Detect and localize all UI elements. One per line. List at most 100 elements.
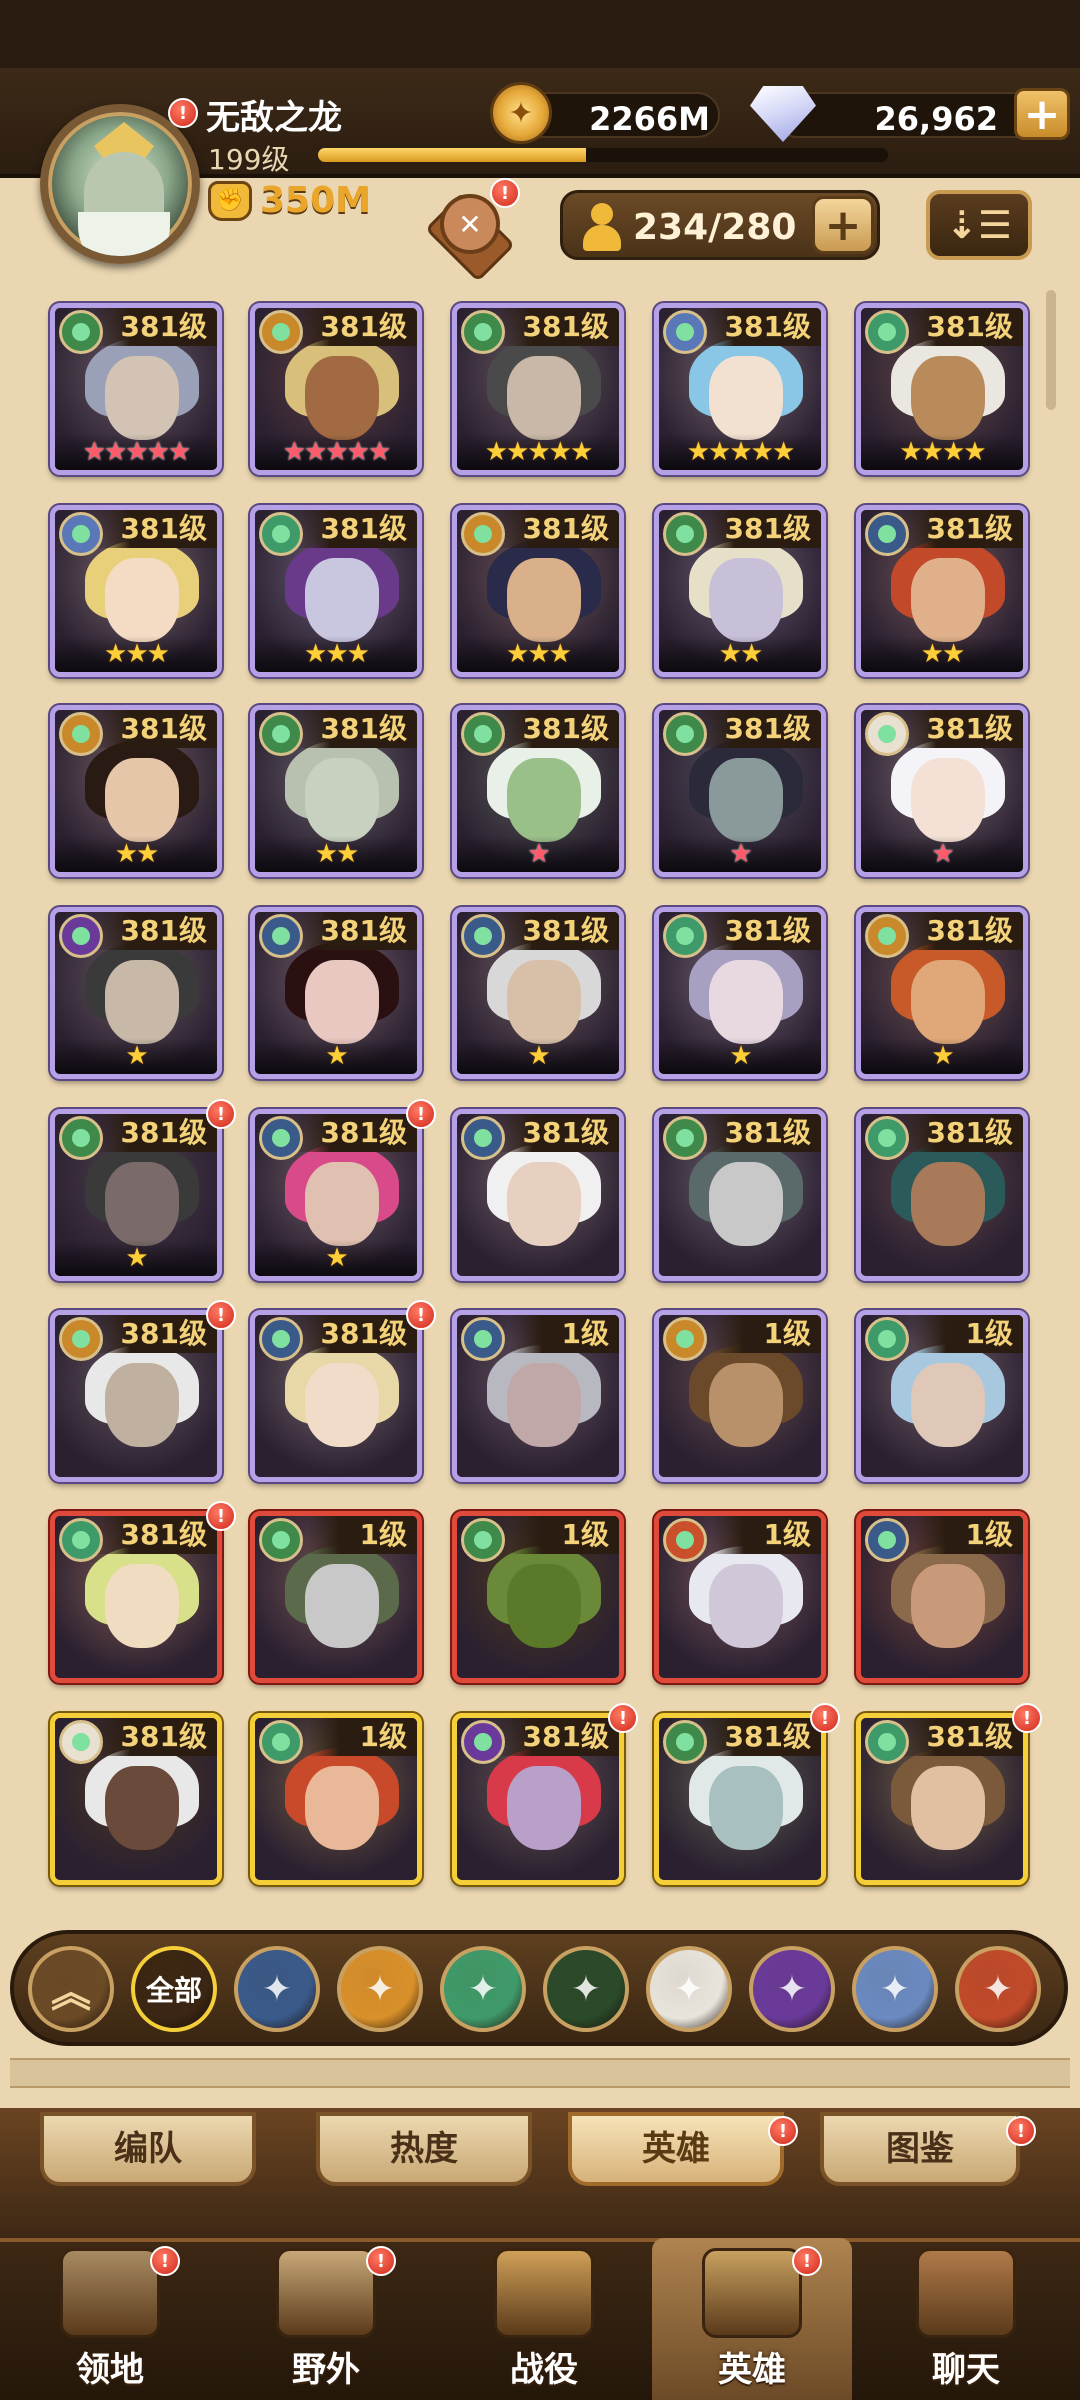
hero-card[interactable]: 381级 ★★★ xyxy=(50,505,222,677)
hero-level: 1级 xyxy=(913,1315,1023,1353)
hero-card[interactable]: 381级 ★ xyxy=(452,705,624,877)
hero-level: 381级 xyxy=(696,710,821,748)
lightbearer-filter-button[interactable]: ✦ xyxy=(234,1946,320,2032)
celestial-filter-button[interactable]: ✦ xyxy=(646,1946,732,2032)
subtab-3[interactable]: 图鉴 xyxy=(820,2112,1020,2186)
gold-amount: 2266M xyxy=(589,100,710,138)
player-avatar[interactable] xyxy=(40,104,200,264)
faction-emblem-icon xyxy=(865,1518,909,1562)
hero-card[interactable]: 1级 xyxy=(654,1310,826,1482)
expand-roster-button[interactable]: + xyxy=(812,196,874,254)
hero-card[interactable]: 381级 xyxy=(856,1109,1028,1281)
hero-card[interactable]: 381级 ★★ xyxy=(856,505,1028,677)
hero-card[interactable]: 1级 xyxy=(856,1511,1028,1683)
hero-card[interactable]: 381级 ★ xyxy=(452,907,624,1079)
gold-display[interactable]: ✦ 2266M xyxy=(490,82,720,144)
subtab-0[interactable]: 编队 xyxy=(40,2112,256,2186)
hero-card[interactable]: 1级 xyxy=(452,1511,624,1683)
hero-card[interactable]: 381级 ★ xyxy=(50,1109,222,1281)
hero-stars: ★★★ xyxy=(55,636,217,672)
collapse-filter-button[interactable]: ︽ xyxy=(28,1946,114,2032)
subtab-1[interactable]: 热度 xyxy=(316,2112,532,2186)
hero-face xyxy=(911,960,985,1044)
hypogean-icon: ✦ xyxy=(776,1968,808,2010)
hero-card[interactable]: 381级 ★★★★★ xyxy=(250,303,422,475)
hero-face xyxy=(911,1766,985,1850)
hypogean-filter-button[interactable]: ✦ xyxy=(749,1946,835,2032)
add-gems-button[interactable]: + xyxy=(1014,88,1070,140)
hero-face xyxy=(105,1564,179,1648)
faction-emblem-icon xyxy=(259,1317,303,1361)
hero-card[interactable]: 381级 ★ xyxy=(856,907,1028,1079)
hero-card[interactable]: 381级 ★★★★★ xyxy=(452,303,624,475)
hero-stars: ★★ xyxy=(55,836,217,872)
hero-card[interactable]: 381级 xyxy=(856,1713,1028,1885)
subtab-2[interactable]: 英雄 xyxy=(568,2112,784,2186)
hero-level: 381级 xyxy=(494,1114,619,1152)
faction-emblem-icon xyxy=(865,1317,909,1361)
person-icon xyxy=(581,203,621,251)
gem-display[interactable]: 26,962 + xyxy=(750,82,1070,144)
hero-card[interactable]: 381级 xyxy=(452,1713,624,1885)
hero-card[interactable]: 381级 ★ xyxy=(654,907,826,1079)
hero-card[interactable]: 1级 xyxy=(250,1713,422,1885)
sort-button[interactable]: ⇣☰ xyxy=(926,190,1032,260)
hero-card[interactable]: 381级 xyxy=(654,1109,826,1281)
mauler-filter-button[interactable]: ✦ xyxy=(337,1946,423,2032)
collapse-icon: ︽ xyxy=(51,1970,91,2016)
nav-item[interactable]: 野外 xyxy=(226,2238,426,2400)
hero-card[interactable]: 381级 ★★★★ xyxy=(856,303,1028,475)
hero-face xyxy=(305,960,379,1044)
hero-card[interactable]: 381级 ★★ xyxy=(50,705,222,877)
nav-item[interactable]: 领地 xyxy=(10,2238,210,2400)
hero-card[interactable]: 381级 ★ xyxy=(856,705,1028,877)
hero-card[interactable]: 381级 xyxy=(50,1713,222,1885)
faction-emblem-icon xyxy=(461,914,505,958)
hero-card[interactable]: 1级 xyxy=(856,1310,1028,1482)
hero-face xyxy=(911,1564,985,1648)
hero-card[interactable]: 381级 ★★★ xyxy=(452,505,624,677)
hero-card[interactable]: 381级 ★★ xyxy=(250,705,422,877)
faction-emblem-icon xyxy=(259,1518,303,1562)
hero-card[interactable]: 381级 xyxy=(50,1511,222,1683)
hero-card[interactable]: 381级 ★★★★★ xyxy=(654,303,826,475)
hero-stars: ★★★★★ xyxy=(659,434,821,470)
hero-card[interactable]: 381级 xyxy=(250,1310,422,1482)
hero-face xyxy=(507,1162,581,1246)
hero-card[interactable]: 381级 xyxy=(654,1713,826,1885)
hero-face xyxy=(911,758,985,842)
faction-emblem-icon xyxy=(59,1317,103,1361)
all-filter-button[interactable]: 全部 xyxy=(131,1946,217,2032)
faction-emblem-icon xyxy=(663,1518,707,1562)
graveborn-filter-button[interactable]: ✦ xyxy=(543,1946,629,2032)
hero-card[interactable]: 381级 ★ xyxy=(250,1109,422,1281)
hero-card[interactable]: 381级 ★ xyxy=(250,907,422,1079)
draconis-filter-button[interactable]: ✦ xyxy=(955,1946,1041,2032)
hero-level: 381级 xyxy=(696,1718,821,1756)
wilder-filter-button[interactable]: ✦ xyxy=(440,1946,526,2032)
power-display: ✊ 350M xyxy=(208,180,371,221)
hero-card[interactable]: 381级 ★★★ xyxy=(250,505,422,677)
hero-card[interactable]: 1级 xyxy=(250,1511,422,1683)
nav-item[interactable]: 英雄 xyxy=(652,2238,852,2400)
nav-alert-badge: ! xyxy=(366,2246,396,2276)
hero-stars: ★ xyxy=(255,1038,417,1074)
avatar-beard xyxy=(78,212,170,256)
dimensional-filter-button[interactable]: ✦ xyxy=(852,1946,938,2032)
hero-card[interactable]: 381级 xyxy=(50,1310,222,1482)
hero-level: 381级 xyxy=(292,1114,417,1152)
hero-card[interactable]: 381级 ★ xyxy=(50,907,222,1079)
faction-emblem-icon xyxy=(59,310,103,354)
hero-card[interactable]: 1级 xyxy=(654,1511,826,1683)
scrollbar[interactable] xyxy=(1046,290,1056,410)
hero-card[interactable]: 381级 ★★ xyxy=(654,505,826,677)
hero-card[interactable]: 381级 xyxy=(452,1109,624,1281)
celestial-icon: ✦ xyxy=(673,1968,705,2010)
nav-item[interactable]: 战役 xyxy=(444,2238,644,2400)
hero-stars: ★ xyxy=(55,1038,217,1074)
hero-card[interactable]: 1级 xyxy=(452,1310,624,1482)
hero-stars: ★ xyxy=(861,836,1023,872)
hero-card[interactable]: 381级 ★ xyxy=(654,705,826,877)
hero-card[interactable]: 381级 ★★★★★ xyxy=(50,303,222,475)
nav-item[interactable]: 聊天 xyxy=(866,2238,1066,2400)
